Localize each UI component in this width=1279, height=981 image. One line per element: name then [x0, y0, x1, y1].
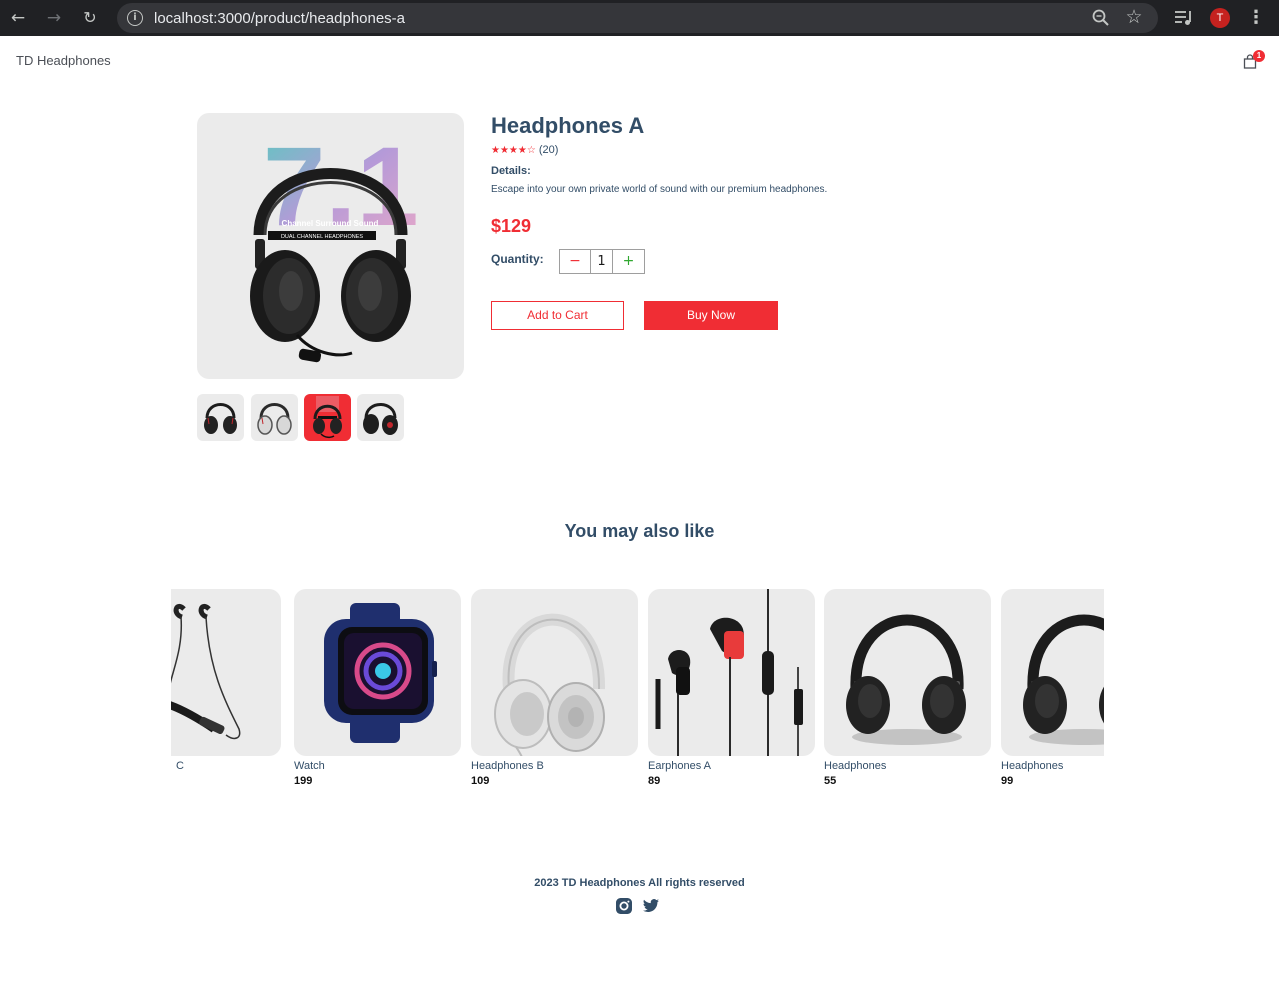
site-info-icon[interactable]: i	[127, 10, 143, 26]
reload-icon[interactable]: ↻	[78, 6, 102, 30]
product-card-image[interactable]	[824, 589, 991, 756]
product-card[interactable]: Earphones A 89	[648, 589, 815, 787]
headphones-thumbnail-image	[363, 403, 398, 435]
product-card-name: Headphones B	[471, 760, 544, 772]
product-thumbnail[interactable]	[357, 394, 404, 441]
browser-menu-icon[interactable]: ⋮	[1246, 6, 1266, 30]
product-card-price: 109	[471, 775, 490, 787]
neckband-earphones-image	[171, 604, 241, 740]
cart-button[interactable]: 1	[1242, 50, 1268, 71]
product-card-price: 99	[1001, 775, 1014, 787]
smartwatch-image	[324, 603, 437, 743]
product-card[interactable]: Headphones B 109	[471, 589, 638, 787]
product-card-name: Headphones	[1001, 760, 1064, 772]
product-thumbnail[interactable]	[251, 394, 298, 441]
quantity-stepper: − 1 +	[559, 249, 645, 274]
url-text[interactable]: localhost:3000/product/headphones-a	[154, 10, 405, 27]
product-card-name: Earphones A	[648, 760, 711, 772]
svg-text:Channel Surround Sound: Channel Surround Sound	[282, 219, 379, 228]
media-control-icon[interactable]	[1173, 8, 1195, 28]
headphones-thumbnail-image	[313, 396, 342, 439]
forward-arrow-icon[interactable]: →	[42, 6, 66, 30]
twitter-icon[interactable]	[642, 897, 660, 915]
product-card-name: Headphones	[824, 760, 887, 772]
add-to-cart-button[interactable]: Add to Cart	[491, 301, 624, 330]
product-card[interactable]: Watch 199	[294, 589, 461, 787]
product-card-name: Watch	[294, 760, 325, 772]
details-heading: Details:	[491, 165, 531, 177]
cart-count-badge: 1	[1253, 50, 1265, 62]
black-headphones-image	[846, 614, 966, 745]
product-card-name: C	[176, 760, 184, 772]
svg-text:DUAL CHANNEL HEADPHONES: DUAL CHANNEL HEADPHONES	[281, 234, 363, 240]
product-thumbnail[interactable]	[197, 394, 244, 441]
headphones-a-image: 7.1 Channel Surround Sound DUAL CHANNEL …	[250, 124, 419, 363]
product-card-price: 89	[648, 775, 661, 787]
footer-copyright: 2023 TD Headphones All rights reserved	[534, 877, 745, 889]
product-card-image[interactable]	[1001, 589, 1104, 756]
headphones-thumbnail-image	[204, 403, 237, 434]
browser-toolbar: ← → ↻ i localhost:3000/product/headphone…	[0, 0, 1279, 36]
product-card-price: 55	[824, 775, 837, 787]
quantity-label: Quantity:	[491, 252, 544, 266]
quantity-value: 1	[591, 250, 613, 273]
quantity-increase-button[interactable]: +	[613, 250, 644, 273]
product-price: $129	[491, 216, 532, 236]
headphones-thumbnail-image	[257, 403, 292, 435]
rating-count: (20)	[538, 144, 559, 156]
product-card-image[interactable]	[294, 589, 461, 756]
buy-now-button[interactable]: Buy Now	[644, 301, 778, 330]
also-like-heading: You may also like	[564, 521, 715, 541]
back-arrow-icon[interactable]: ←	[6, 6, 30, 30]
product-card[interactable]: C	[171, 589, 281, 772]
product-card-price: 199	[294, 775, 313, 787]
product-card-image[interactable]	[171, 589, 281, 756]
product-card[interactable]: Headphones 55	[824, 589, 991, 787]
product-card-image[interactable]	[648, 589, 815, 756]
address-bar[interactable]: i localhost:3000/product/headphones-a ☆	[117, 3, 1158, 33]
details-text: Escape into your own private world of so…	[491, 184, 828, 195]
zoom-icon[interactable]	[1091, 8, 1111, 28]
quantity-decrease-button[interactable]: −	[560, 250, 591, 273]
site-logo[interactable]: TD Headphones	[16, 53, 111, 68]
product-thumbnail-active[interactable]	[304, 394, 351, 441]
product-title: Headphones A	[491, 113, 645, 138]
related-products-carousel: C Watch 199 Headphones B 109 Earphones A…	[171, 589, 1104, 799]
earphones-image	[655, 589, 803, 756]
instagram-icon[interactable]	[615, 897, 633, 915]
product-rating: ★★★★☆ (20)	[491, 144, 558, 156]
bookmark-star-icon[interactable]: ☆	[1124, 6, 1144, 28]
rating-stars-icon: ★★★★☆	[491, 145, 536, 156]
product-main-image: 7.1 Channel Surround Sound DUAL CHANNEL …	[197, 113, 464, 379]
product-card-image[interactable]	[471, 589, 638, 756]
profile-avatar[interactable]: T	[1210, 8, 1230, 28]
black-headphones-image	[1023, 614, 1104, 745]
product-card[interactable]: Headphones 99	[1001, 589, 1104, 787]
white-headphones-image	[494, 613, 606, 756]
